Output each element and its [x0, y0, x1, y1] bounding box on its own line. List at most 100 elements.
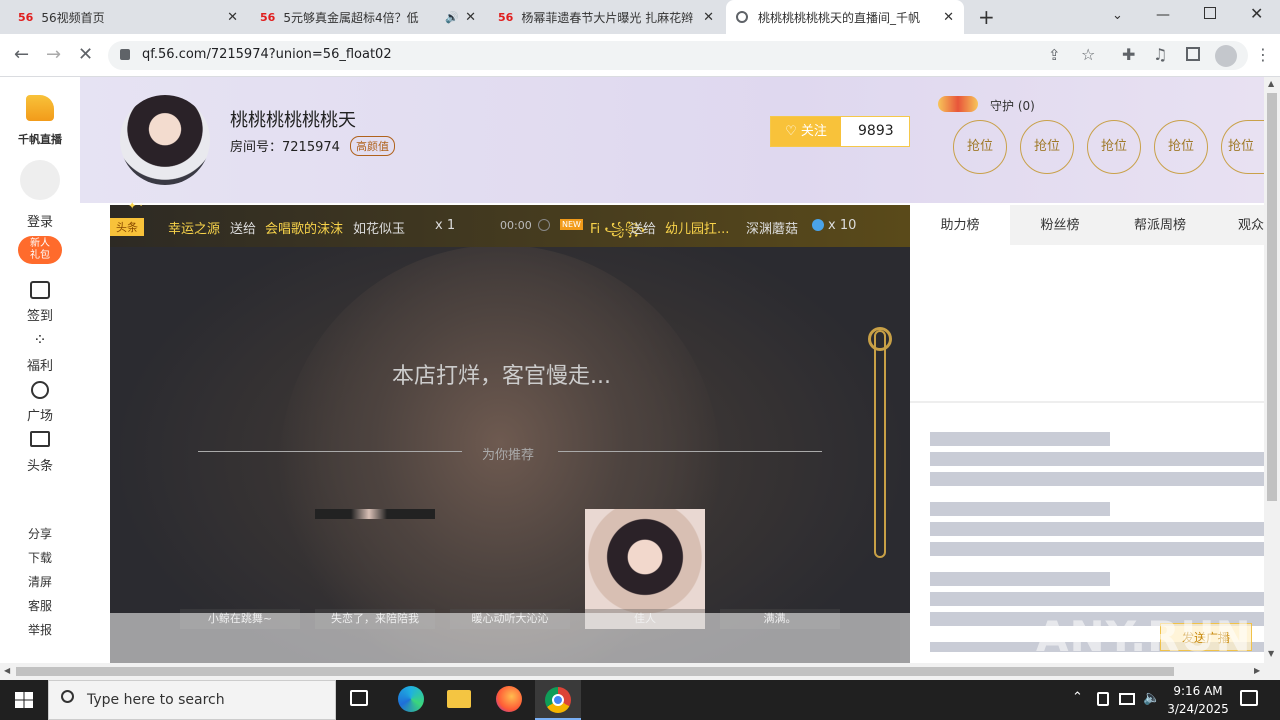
taskbar-search-box[interactable]: Type here to search [48, 680, 336, 720]
network-icon[interactable] [1119, 693, 1135, 705]
login-link[interactable]: 登录 [0, 211, 80, 230]
browser-menu-icon[interactable]: ⋮ [1255, 47, 1271, 63]
clock-time[interactable]: 9:16 AM [1166, 684, 1230, 698]
vertical-scrollbar[interactable]: ▲ ▼ [1264, 77, 1280, 663]
grab-seat-button[interactable]: 抢位 [1087, 120, 1141, 174]
grab-seat-button[interactable]: 抢位 [1020, 120, 1074, 174]
volume-icon[interactable]: 🔈 [1143, 690, 1160, 706]
user-avatar-icon[interactable] [20, 160, 60, 200]
bookmark-star-icon[interactable]: ☆ [1081, 45, 1095, 64]
video-player[interactable] [110, 205, 910, 663]
search-placeholder[interactable]: Type here to search [87, 692, 225, 708]
profile-avatar-icon[interactable] [1215, 45, 1237, 67]
scroll-left-arrow-icon[interactable]: ◀ [4, 666, 10, 675]
clear-screen-link[interactable]: 清屏 [0, 573, 80, 590]
share-link[interactable]: 分享 [0, 525, 80, 542]
56-favicon-icon: 56 [260, 10, 276, 24]
tab-audience[interactable]: 观众 [1210, 205, 1264, 245]
windows-start-icon[interactable] [15, 692, 33, 708]
sidebar-item-headline[interactable]: 头条 [0, 431, 80, 474]
close-window-icon[interactable]: ✕ [1250, 4, 1263, 23]
gift-name: 深渊蘑菇 [746, 222, 799, 237]
sidebar-item-welfare[interactable]: ⁘ 福利 [0, 330, 80, 375]
stream-closed-text: 本店打烊，客官慢走... [392, 364, 611, 389]
follow-button[interactable]: ♡ 关注 [771, 117, 841, 146]
sparkle-decoration-icon: ✦ · [128, 201, 143, 212]
room-id: 房间号：7215974 [230, 140, 340, 155]
report-link[interactable]: 举报 [0, 621, 80, 638]
newbie-gift-badge[interactable]: 新人 礼包 [18, 236, 62, 264]
checkin-icon [30, 281, 50, 299]
sidebar-item-checkin[interactable]: 签到 [0, 281, 80, 324]
scroll-right-arrow-icon[interactable]: ▶ [1254, 666, 1260, 675]
scroll-top-ring-icon [868, 327, 892, 351]
tab-56-home[interactable]: 56 56视频首页 ✕ [8, 0, 248, 34]
tab-close-icon[interactable]: ✕ [703, 10, 714, 25]
tab-support-rank[interactable]: 助力榜 [910, 205, 1010, 245]
site-left-sidebar: 千帆直播 登录 新人 礼包 签到 ⁘ 福利 广场 头条 分享 下载 清屏 客服 … [0, 77, 80, 663]
site-logo-text[interactable]: 千帆直播 [0, 131, 80, 147]
maximize-icon[interactable] [1204, 7, 1216, 19]
browser-tab-bar: 56 56视频首页 ✕ 56 5元够真金属超标4倍？低 🔊 ✕ 56 杨幂菲遗春… [0, 0, 1280, 34]
file-explorer-icon[interactable] [447, 690, 471, 708]
url-text[interactable]: qf.56.com/7215974?union=56_float02 [142, 47, 392, 62]
edge-browser-icon[interactable] [398, 686, 424, 712]
56-favicon-icon: 56 [18, 10, 34, 24]
qianfan-logo-icon[interactable] [26, 95, 54, 121]
back-arrow-icon[interactable]: ← [14, 46, 29, 64]
tab-news[interactable]: 56 杨幂菲遗春节大片曝光 扎麻花辫 ✕ [488, 0, 724, 34]
notification-icon[interactable] [1240, 690, 1258, 706]
scrollbar-thumb[interactable] [1267, 93, 1277, 501]
tab-close-icon[interactable]: ✕ [943, 10, 954, 25]
sidebar-item-plaza[interactable]: 广场 [0, 381, 80, 424]
sender-name[interactable]: 幸运之源 [168, 218, 220, 237]
receiver-name[interactable]: 会唱歌的沫沫 [265, 218, 343, 237]
tab-close-icon[interactable]: ✕ [227, 10, 238, 25]
grab-seat-button[interactable]: 抢位 [1154, 120, 1208, 174]
scroll-up-arrow-icon[interactable]: ▲ [1268, 79, 1274, 88]
download-link[interactable]: 下载 [0, 549, 80, 566]
chrome-icon-center [552, 694, 564, 706]
56-favicon-icon: 56 [498, 10, 514, 24]
lock-icon[interactable] [120, 49, 130, 60]
chrome-taskbar-button[interactable] [535, 680, 581, 720]
welfare-icon: ⁘ [33, 330, 47, 349]
chevron-down-icon[interactable]: ⌄ [1112, 8, 1123, 23]
new-tab-button[interactable]: + [978, 5, 995, 29]
tab-article[interactable]: 56 5元够真金属超标4倍？低 🔊 ✕ [250, 0, 486, 34]
clock-date[interactable]: 3/24/2025 [1166, 702, 1230, 716]
tab-live-room[interactable]: 桃桃桃桃桃桃天的直播间_千帆 ✕ [726, 0, 964, 34]
receiver-name[interactable]: 幼儿园扛... [665, 218, 729, 237]
share-icon[interactable]: ⇪ [1048, 46, 1061, 64]
minimize-icon[interactable]: — [1156, 7, 1170, 23]
task-view-icon[interactable] [350, 690, 368, 706]
side-panel-icon[interactable] [1186, 47, 1200, 61]
forward-arrow-icon[interactable]: → [46, 46, 61, 64]
tab-gang-weekly[interactable]: 帮派周榜 [1110, 205, 1210, 245]
follower-count: 9893 [858, 123, 894, 139]
address-bar[interactable]: qf.56.com/7215974?union=56_float02 ⇪ ☆ [108, 41, 1248, 70]
grab-seat-button[interactable]: 抢位 [953, 120, 1007, 174]
globe-icon [736, 11, 748, 23]
tab-close-icon[interactable]: ✕ [465, 10, 476, 25]
anchor-avatar[interactable] [120, 95, 210, 185]
speaker-icon[interactable]: 🔊 [445, 11, 459, 24]
media-controls-icon[interactable]: ♫ [1153, 47, 1167, 63]
chevron-up-icon[interactable]: ⌃ [1072, 690, 1083, 705]
follow-label: 关注 [800, 124, 827, 139]
scrollbar-thumb[interactable] [16, 667, 1174, 676]
tab-fans-rank[interactable]: 粉丝榜 [1010, 205, 1110, 245]
stop-loading-icon[interactable]: ✕ [78, 46, 93, 64]
extensions-icon[interactable]: ✚ [1122, 47, 1135, 63]
gift-icon [812, 219, 824, 231]
firefox-icon[interactable] [496, 686, 522, 712]
recommended-thumb[interactable] [315, 509, 435, 519]
divider-line-left [198, 451, 462, 452]
countdown-timer: 00:00 [500, 219, 532, 232]
device-icon[interactable] [1097, 692, 1109, 706]
scroll-down-arrow-icon[interactable]: ▼ [1268, 649, 1274, 658]
tab-title: 5元够真金属超标4倍？低 [283, 10, 419, 25]
loading-skeleton [930, 472, 1264, 486]
customer-service-link[interactable]: 客服 [0, 597, 80, 614]
horizontal-scrollbar[interactable]: ◀ ▶ [0, 663, 1280, 680]
